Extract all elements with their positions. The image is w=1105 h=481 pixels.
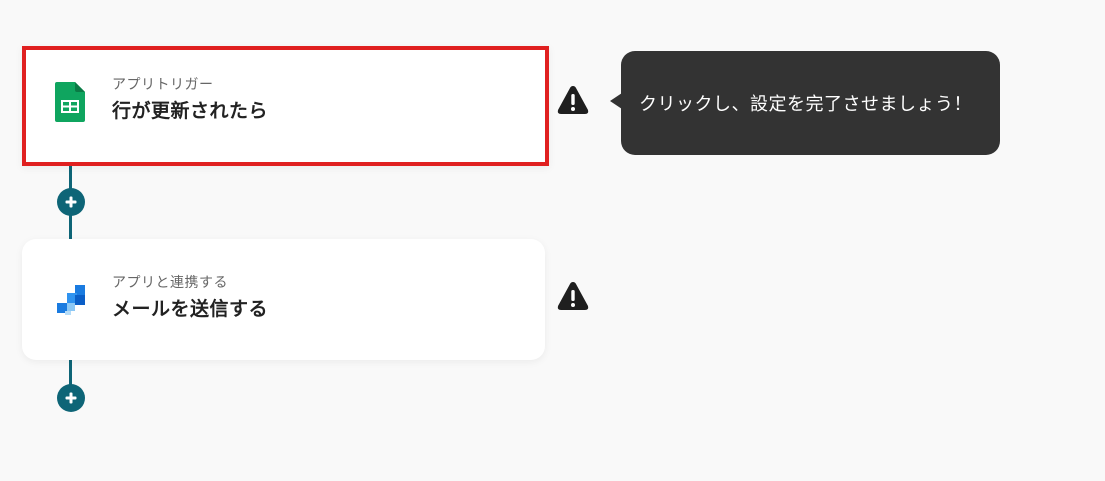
add-step-button[interactable]	[57, 188, 85, 216]
step-subtitle: アプリと連携する	[112, 275, 228, 291]
tooltip-text: クリックし、設定を完了させましょう！	[639, 94, 972, 115]
step-title: メールを送信する	[112, 298, 269, 320]
plus-icon	[65, 392, 77, 404]
google-sheets-icon	[55, 82, 85, 122]
add-step-button[interactable]	[57, 384, 85, 412]
action-step-card[interactable]: アプリと連携する メールを送信する	[22, 239, 545, 360]
trigger-step-card[interactable]: アプリトリガー 行が更新されたら	[22, 46, 549, 166]
warning-icon[interactable]	[556, 280, 590, 312]
step-subtitle: アプリトリガー	[112, 77, 214, 93]
trigger-step-text: アプリトリガー 行が更新されたら	[112, 76, 268, 125]
setup-tooltip: クリックし、設定を完了させましょう！	[621, 51, 1000, 155]
email-app-icon	[55, 283, 87, 317]
plus-icon	[65, 196, 77, 208]
action-step-text: アプリと連携する メールを送信する	[112, 274, 268, 323]
step-title: 行が更新されたら	[112, 100, 269, 122]
warning-icon[interactable]	[556, 84, 590, 116]
